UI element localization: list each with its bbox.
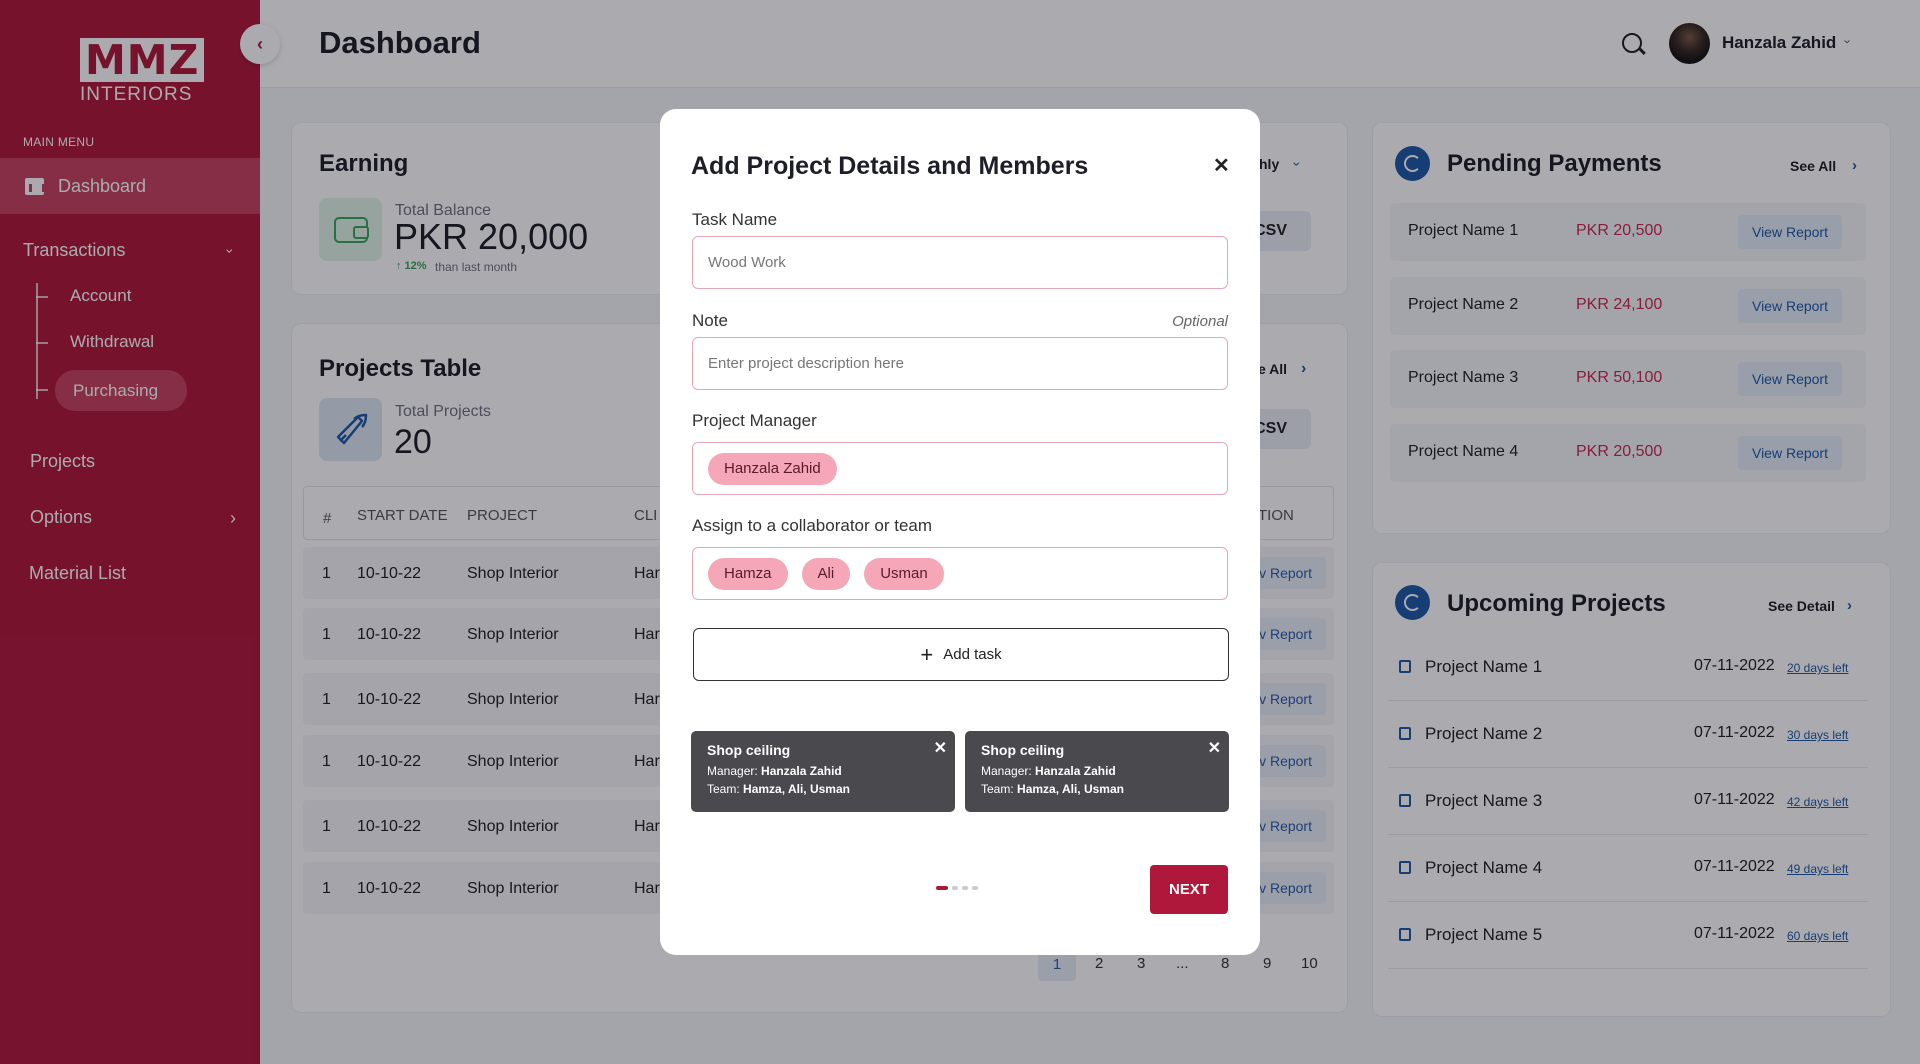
- task-manager-label: Manager:: [707, 764, 758, 778]
- project-manager-field[interactable]: Hanzala Zahid: [692, 442, 1228, 495]
- step-dot: [972, 886, 978, 890]
- team-field[interactable]: Hamza Ali Usman: [692, 547, 1228, 600]
- task-card: Shop ceiling Manager: Hanzala Zahid Team…: [965, 731, 1229, 812]
- team-chip[interactable]: Hamza: [708, 557, 788, 590]
- team-chip[interactable]: Usman: [864, 557, 944, 590]
- assign-label: Assign to a collaborator or team: [692, 516, 933, 535]
- team-chip[interactable]: Ali: [801, 557, 851, 590]
- task-name-input[interactable]: Wood Work: [692, 236, 1228, 289]
- modal-title: Add Project Details and Members: [691, 152, 1089, 180]
- next-button[interactable]: NEXT: [1150, 865, 1228, 914]
- task-card: Shop ceiling Manager: Hanzala Zahid Team…: [691, 731, 955, 812]
- add-project-modal: Add Project Details and Members ✕ Task N…: [660, 109, 1260, 955]
- task-team: Hamza, Ali, Usman: [1017, 782, 1124, 796]
- close-icon[interactable]: ✕: [1213, 153, 1230, 178]
- task-manager: Hanzala Zahid: [761, 764, 842, 778]
- task-title: Shop ceiling: [981, 742, 1065, 758]
- optional-tag: Optional: [1172, 313, 1228, 330]
- step-indicator: [936, 886, 978, 890]
- task-manager-label: Manager:: [981, 764, 1032, 778]
- step-dot: [936, 886, 948, 890]
- task-manager: Hanzala Zahid: [1035, 764, 1116, 778]
- step-dot: [952, 886, 958, 890]
- add-task-button[interactable]: + Add task: [693, 628, 1229, 681]
- note-input[interactable]: Enter project description here: [692, 337, 1228, 390]
- task-team-label: Team:: [981, 782, 1014, 796]
- close-icon[interactable]: ✕: [934, 738, 947, 758]
- close-icon[interactable]: ✕: [1208, 738, 1221, 758]
- step-dot: [962, 886, 968, 890]
- task-team: Hamza, Ali, Usman: [743, 782, 850, 796]
- note-label: Note: [692, 311, 728, 330]
- add-task-label: Add task: [943, 646, 1002, 663]
- task-team-label: Team:: [707, 782, 740, 796]
- manager-chip[interactable]: Hanzala Zahid: [708, 452, 837, 485]
- project-manager-label: Project Manager: [692, 411, 817, 430]
- task-title: Shop ceiling: [707, 742, 791, 758]
- plus-icon: +: [920, 641, 934, 667]
- task-name-label: Task Name: [692, 210, 778, 229]
